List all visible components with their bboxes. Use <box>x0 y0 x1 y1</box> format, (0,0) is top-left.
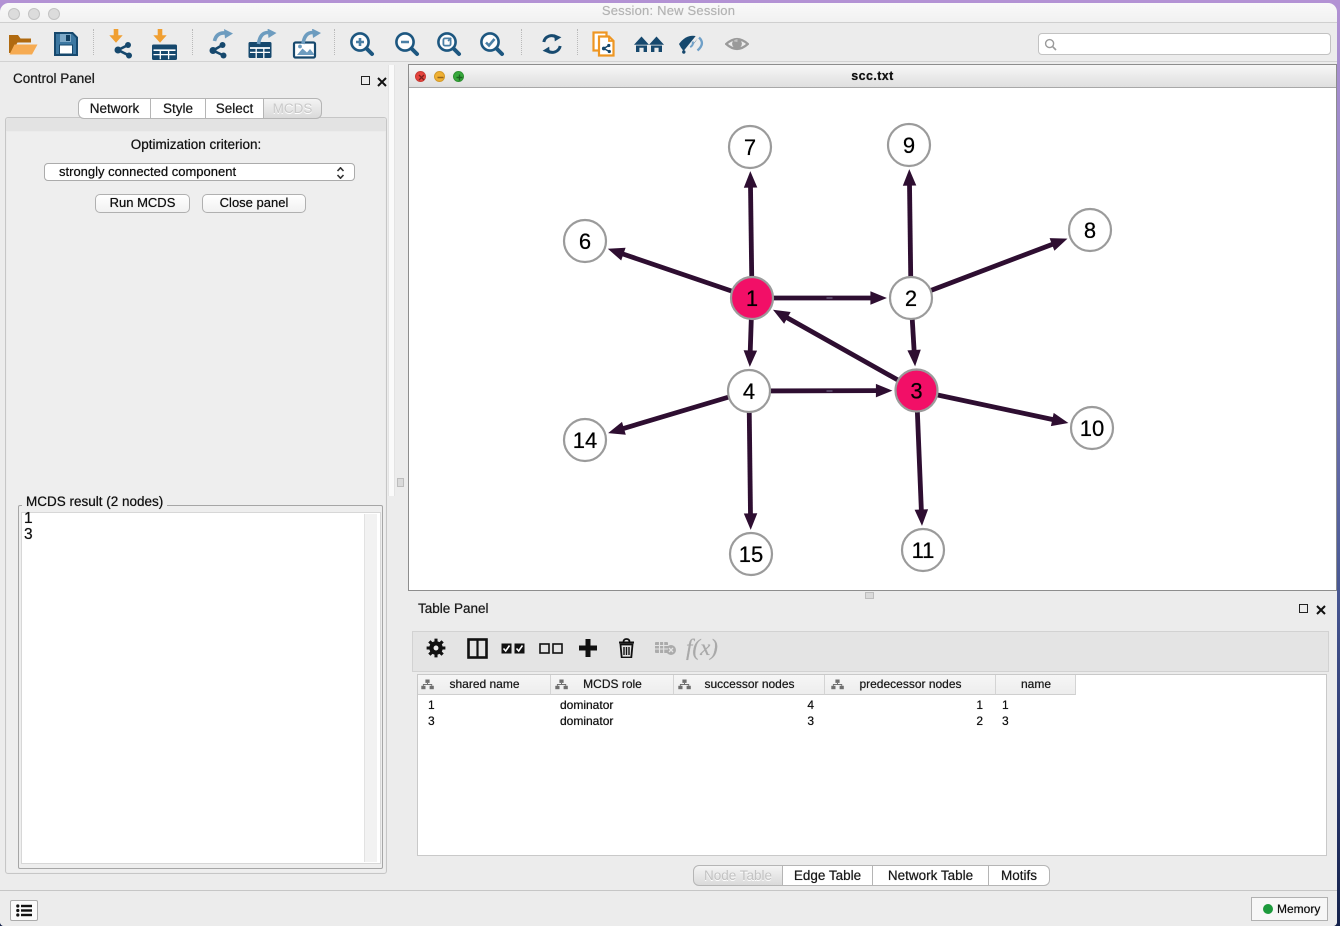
svg-text:8: 8 <box>1084 218 1096 243</box>
svg-text:11: 11 <box>912 538 935 563</box>
svg-text:3: 3 <box>910 379 922 404</box>
svg-text:2: 2 <box>905 286 917 311</box>
svg-text:9: 9 <box>903 133 915 158</box>
svg-text:15: 15 <box>739 542 763 567</box>
svg-text:1: 1 <box>746 286 758 311</box>
svg-text:10: 10 <box>1080 416 1104 441</box>
svg-text:7: 7 <box>744 135 756 160</box>
svg-text:14: 14 <box>573 428 597 453</box>
svg-text:4: 4 <box>743 379 755 404</box>
svg-text:6: 6 <box>579 229 591 254</box>
